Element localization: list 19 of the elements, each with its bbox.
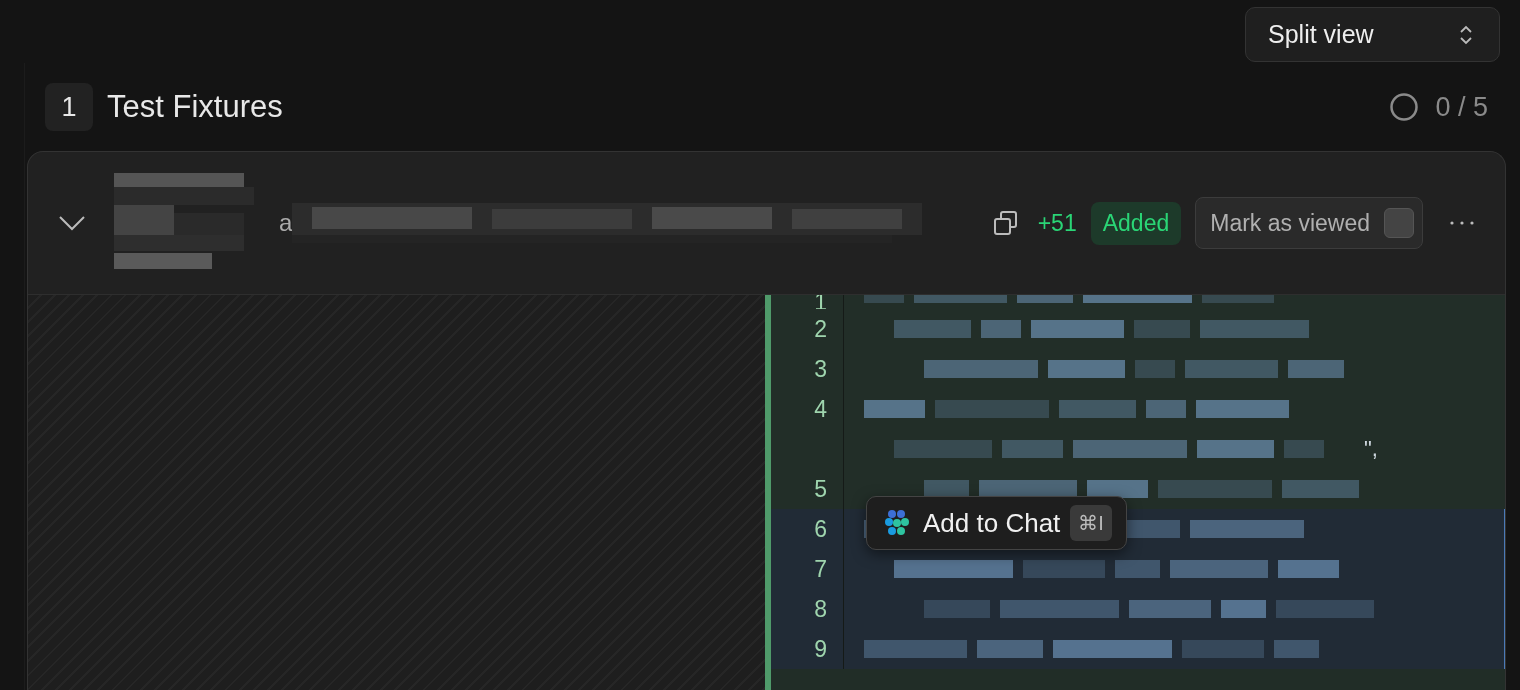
add-to-chat-tooltip[interactable]: Add to Chat ⌘I xyxy=(866,496,1127,550)
status-badge: Added xyxy=(1090,201,1182,245)
line-number: 9 xyxy=(771,629,844,669)
section-title: Test Fixtures xyxy=(107,89,283,125)
view-select[interactable]: Split view xyxy=(1245,7,1500,62)
file-path: a xyxy=(279,209,293,237)
copy-icon[interactable] xyxy=(991,209,1020,237)
tooltip-label: Add to Chat xyxy=(923,507,1061,539)
progress-circle-icon xyxy=(1389,92,1420,122)
updown-icon xyxy=(1459,23,1473,46)
mark-viewed-button[interactable]: Mark as viewed xyxy=(1195,197,1423,249)
more-icon[interactable] xyxy=(1449,220,1475,226)
progress-count: 0 / 5 xyxy=(1435,91,1488,123)
chevron-down-icon[interactable] xyxy=(58,215,86,231)
section-number: 1 xyxy=(45,83,93,131)
additions-count: +51 xyxy=(1037,209,1077,237)
code-text: ", xyxy=(1364,436,1378,462)
shortcut-key: ⌘I xyxy=(1070,505,1112,541)
checkbox[interactable] xyxy=(1384,208,1414,238)
